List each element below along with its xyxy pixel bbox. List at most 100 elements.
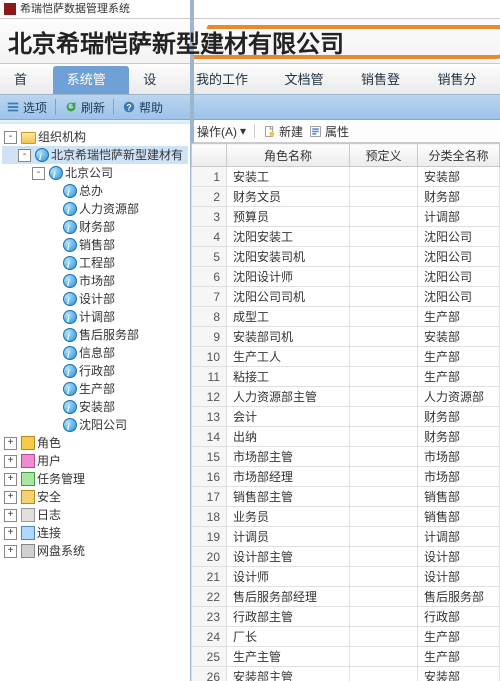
table-row[interactable]: 18业务员销售部 (192, 507, 500, 527)
tree-other-3[interactable]: +安全 (2, 488, 188, 506)
table-row[interactable]: 5沈阳安装司机沈阳公司 (192, 247, 500, 267)
cell-category: 人力资源部 (418, 387, 500, 407)
table-row[interactable]: 10生产工人生产部 (192, 347, 500, 367)
tree-dept-8[interactable]: 售后服务部 (2, 326, 188, 344)
dept-icon (63, 382, 77, 396)
tree-label: 设计部 (79, 290, 115, 308)
tree-panel: -组织机构-北京希瑞恺萨新型建材有-北京公司总办人力资源部财务部销售部工程部市场… (0, 120, 191, 681)
roles-grid[interactable]: 角色名称预定义分类全名称 1安装工安装部2财务文员财务部3预算员计调部4沈阳安装… (191, 143, 500, 681)
new-button[interactable]: 新建 (263, 123, 303, 140)
tree-dept-5[interactable]: 市场部 (2, 272, 188, 290)
col-3[interactable]: 分类全名称 (418, 144, 500, 167)
tree-dept-1[interactable]: 人力资源部 (2, 200, 188, 218)
expand-toggle[interactable]: + (4, 455, 17, 468)
cell-predefined (350, 167, 418, 187)
tab-5[interactable]: 销售登记 (347, 66, 424, 94)
col-0[interactable] (192, 144, 227, 167)
tree-other-1[interactable]: +用户 (2, 452, 188, 470)
cell-name: 沈阳安装工 (227, 227, 350, 247)
tree-other-5[interactable]: + 连接 (2, 524, 188, 542)
table-row[interactable]: 17销售部主管销售部 (192, 487, 500, 507)
cell-name: 沈阳安装司机 (227, 247, 350, 267)
cell-predefined (350, 427, 418, 447)
tab-6[interactable]: 销售分析 (423, 66, 500, 94)
table-row[interactable]: 22售后服务部经理售后服务部 (192, 587, 500, 607)
tree-other-0[interactable]: +角色 (2, 434, 188, 452)
help-label: 帮助 (139, 99, 163, 116)
tree-dept-13[interactable]: 沈阳公司 (2, 416, 188, 434)
table-row[interactable]: 6沈阳设计师沈阳公司 (192, 267, 500, 287)
tab-1[interactable]: 系统管理 (53, 66, 130, 94)
table-row[interactable]: 1安装工安装部 (192, 167, 500, 187)
tree-dept-3[interactable]: 销售部 (2, 236, 188, 254)
window-titlebar: 希瑞恺萨数据管理系统 (0, 0, 500, 19)
table-row[interactable]: 12人力资源部主管人力资源部 (192, 387, 500, 407)
row-number: 26 (192, 667, 227, 681)
help-button[interactable]: ? 帮助 (122, 99, 163, 116)
expand-toggle[interactable]: + (4, 509, 17, 522)
table-row[interactable]: 7沈阳公司司机沈阳公司 (192, 287, 500, 307)
table-row[interactable]: 2财务文员财务部 (192, 187, 500, 207)
options-button[interactable]: 选项 (6, 99, 47, 116)
tree-label: 日志 (37, 506, 61, 524)
table-row[interactable]: 25生产主管生产部 (192, 647, 500, 667)
tree-other-4[interactable]: + 日志 (2, 506, 188, 524)
tree-dept-9[interactable]: 信息部 (2, 344, 188, 362)
table-row[interactable]: 20设计部主管设计部 (192, 547, 500, 567)
table-row[interactable]: 3预算员计调部 (192, 207, 500, 227)
table-row[interactable]: 9安装部司机安装部 (192, 327, 500, 347)
cell-name: 安装工 (227, 167, 350, 187)
expand-toggle[interactable]: + (4, 545, 17, 558)
window-title: 希瑞恺萨数据管理系统 (20, 0, 130, 18)
refresh-button[interactable]: 刷新 (64, 99, 105, 116)
tree-dept-12[interactable]: 安装部 (2, 398, 188, 416)
table-row[interactable]: 26安装部主管安装部 (192, 667, 500, 681)
expand-toggle[interactable]: - (4, 131, 17, 144)
tree-label: 连接 (37, 524, 61, 542)
tree-dept-7[interactable]: 计调部 (2, 308, 188, 326)
col-2[interactable]: 预定义 (350, 144, 418, 167)
org-tree[interactable]: -组织机构-北京希瑞恺萨新型建材有-北京公司总办人力资源部财务部销售部工程部市场… (0, 124, 190, 681)
table-row[interactable]: 11粘接工生产部 (192, 367, 500, 387)
table-row[interactable]: 16市场部经理市场部 (192, 467, 500, 487)
tree-dept-10[interactable]: 行政部 (2, 362, 188, 380)
expand-toggle[interactable]: - (32, 167, 45, 180)
table-row[interactable]: 14出纳财务部 (192, 427, 500, 447)
tree-dept-6[interactable]: 设计部 (2, 290, 188, 308)
tab-0[interactable]: 首页 (0, 66, 53, 94)
expand-toggle[interactable]: + (4, 527, 17, 540)
table-row[interactable]: 13会计财务部 (192, 407, 500, 427)
tree-company[interactable]: -北京希瑞恺萨新型建材有 (2, 146, 188, 164)
table-row[interactable]: 21设计师设计部 (192, 567, 500, 587)
table-row[interactable]: 23行政部主管行政部 (192, 607, 500, 627)
tree-other-6[interactable]: +网盘系统 (2, 542, 188, 560)
table-row[interactable]: 8成型工生产部 (192, 307, 500, 327)
tree-dept-2[interactable]: 财务部 (2, 218, 188, 236)
table-row[interactable]: 15市场部主管市场部 (192, 447, 500, 467)
table-row[interactable]: 4沈阳安装工沈阳公司 (192, 227, 500, 247)
expand-toggle[interactable]: + (4, 437, 17, 450)
tree-other-2[interactable]: +任务管理 (2, 470, 188, 488)
cell-name: 出纳 (227, 427, 350, 447)
tree-company-sub[interactable]: -北京公司 (2, 164, 188, 182)
row-number: 19 (192, 527, 227, 547)
row-number: 12 (192, 387, 227, 407)
table-row[interactable]: 19计调员计调部 (192, 527, 500, 547)
expand-toggle[interactable]: + (4, 473, 17, 486)
tree-dept-0[interactable]: 总办 (2, 182, 188, 200)
expand-toggle[interactable]: + (4, 491, 17, 504)
table-row[interactable]: 24厂长生产部 (192, 627, 500, 647)
expand-toggle[interactable]: - (18, 149, 31, 162)
col-1[interactable]: 角色名称 (227, 144, 350, 167)
tab-4[interactable]: 文档管理 (270, 66, 347, 94)
operate-menu[interactable]: 操作(A) ▾ (197, 123, 246, 140)
tab-2[interactable]: 设计 (129, 66, 182, 94)
properties-button[interactable]: 属性 (309, 123, 349, 140)
tab-3[interactable]: 我的工作台 (182, 66, 270, 94)
cell-category: 行政部 (418, 607, 500, 627)
tree-dept-4[interactable]: 工程部 (2, 254, 188, 272)
tree-root[interactable]: -组织机构 (2, 128, 188, 146)
dept-icon (63, 238, 77, 252)
cell-predefined (350, 227, 418, 247)
tree-dept-11[interactable]: 生产部 (2, 380, 188, 398)
